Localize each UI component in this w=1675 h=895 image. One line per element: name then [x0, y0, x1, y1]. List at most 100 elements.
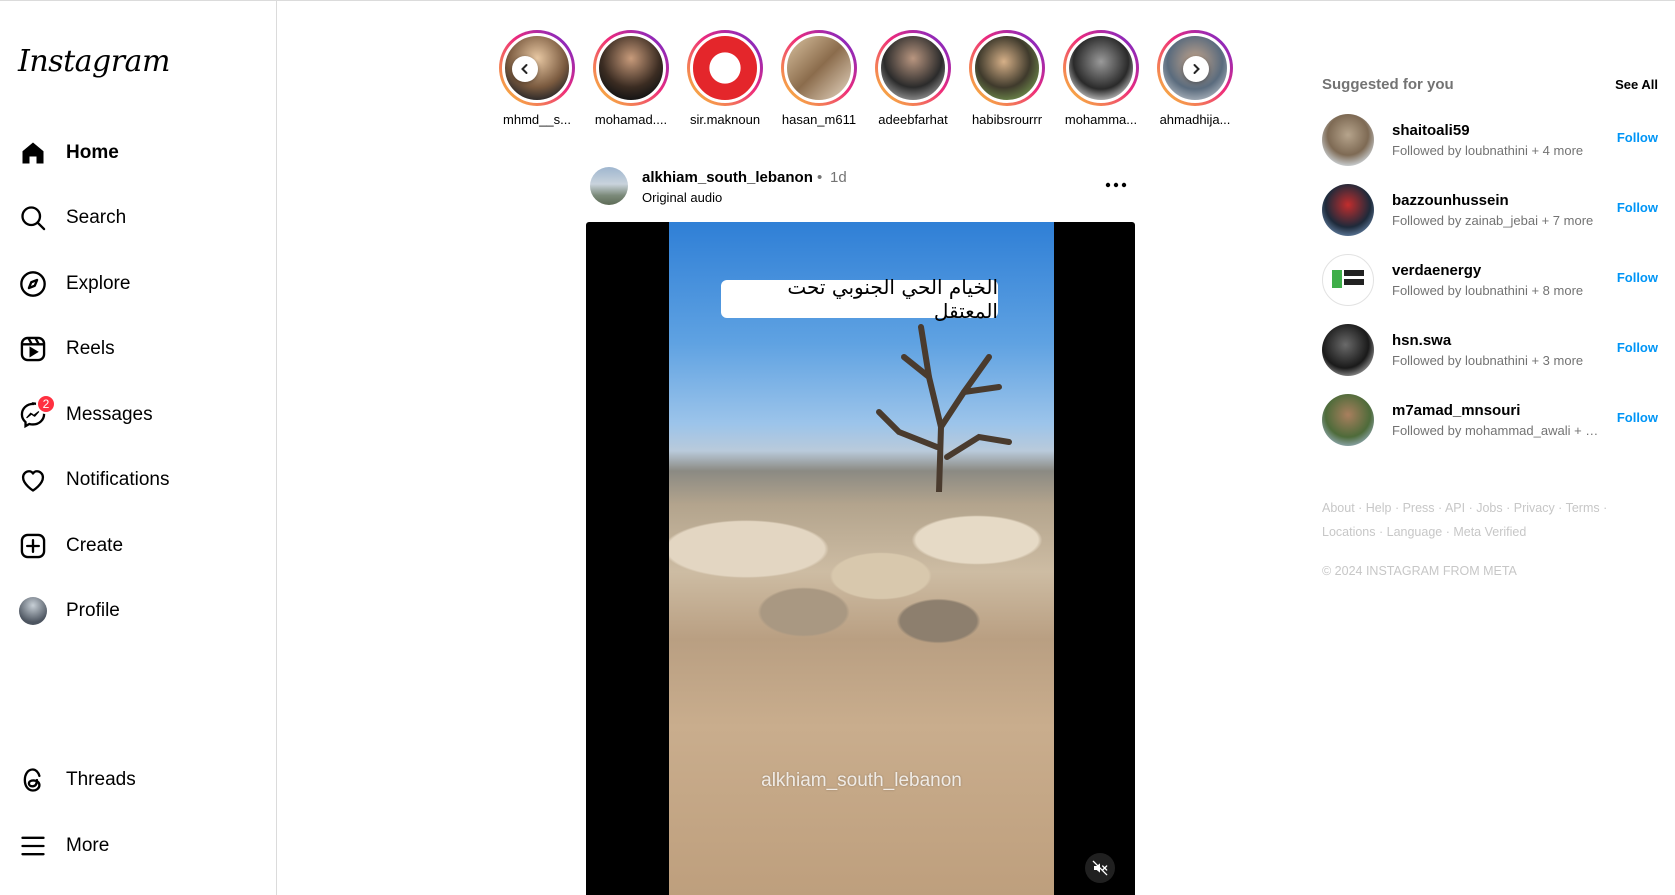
- stories-next-button[interactable]: [1183, 56, 1209, 82]
- chevron-right-icon: [1193, 64, 1200, 74]
- post-media[interactable]: الخيام الحي الجنوبي تحت المعتقل alkhiam_…: [586, 222, 1135, 895]
- sidebar-item-messages[interactable]: 2 Messages: [18, 394, 153, 435]
- verda-energy-logo-icon: [1332, 270, 1364, 288]
- sidebar: Instagram Home Search Explore Reels 2 Me…: [0, 0, 277, 895]
- sidebar-item-notifications[interactable]: Notifications: [18, 460, 170, 500]
- sidebar-item-label: Threads: [66, 769, 136, 790]
- sidebar-item-reels[interactable]: Reels: [18, 329, 115, 369]
- stories-prev-button[interactable]: [512, 56, 538, 82]
- suggestion-row: m7amad_mnsouri Followed by mohammad_awal…: [1322, 394, 1658, 446]
- video-watermark: alkhiam_south_lebanon: [761, 770, 962, 791]
- story-item[interactable]: mohamad....: [584, 30, 678, 127]
- post-username[interactable]: alkhiam_south_lebanon: [642, 169, 813, 186]
- copyright: © 2024 INSTAGRAM FROM META: [1322, 564, 1517, 578]
- story-item[interactable]: adeebfarhat: [866, 30, 960, 127]
- sidebar-item-label: Explore: [66, 273, 131, 294]
- suggestion-subtitle: Followed by zainab_jebai + 7 more: [1392, 213, 1594, 228]
- follow-button[interactable]: Follow: [1617, 340, 1658, 355]
- post-author-avatar[interactable]: [590, 167, 628, 205]
- sidebar-item-home[interactable]: Home: [18, 133, 119, 173]
- home-icon: [18, 138, 48, 168]
- video-caption-overlay: الخيام الحي الجنوبي تحت المعتقل: [721, 275, 998, 323]
- threads-icon: [18, 765, 48, 795]
- suggestion-row: hsn.swa Followed by loubnathini + 3 more…: [1322, 324, 1658, 376]
- sidebar-item-label: Reels: [66, 338, 115, 359]
- sidebar-item-threads[interactable]: Threads: [18, 760, 136, 800]
- story-username: mohamad....: [594, 112, 668, 127]
- stories-tray: mhmd__s... mohamad.... sir.maknoun hasan…: [490, 30, 1233, 130]
- footer-links-line-2[interactable]: Locations · Language · Meta Verified: [1322, 520, 1632, 544]
- sidebar-item-create[interactable]: Create: [18, 526, 123, 566]
- sidebar-item-label: More: [66, 835, 110, 856]
- chevron-left-icon: [521, 64, 528, 74]
- video-frame-rubble: [669, 477, 1054, 657]
- suggestion-row: verdaenergy Followed by loubnathini + 8 …: [1322, 254, 1658, 306]
- story-username: sir.maknoun: [689, 112, 761, 127]
- footer-links: About · Help · Press · API · Jobs · Priv…: [1322, 496, 1632, 544]
- story-item[interactable]: mhmd__s...: [490, 30, 584, 127]
- sidebar-item-label: Create: [66, 535, 124, 556]
- sidebar-item-explore[interactable]: Explore: [18, 264, 130, 304]
- sidebar-item-label: Home: [66, 142, 119, 163]
- messenger-icon: 2: [18, 394, 56, 430]
- sidebar-item-label: Messages: [66, 404, 153, 425]
- suggestion-avatar[interactable]: [1322, 254, 1374, 306]
- follow-button[interactable]: Follow: [1617, 270, 1658, 285]
- sidebar-item-label: Search: [66, 207, 127, 228]
- story-username: hasan_m611: [781, 112, 857, 127]
- suggestion-username[interactable]: m7amad_mnsouri: [1392, 402, 1520, 419]
- suggestion-avatar[interactable]: [1322, 114, 1374, 166]
- sidebar-item-profile[interactable]: Profile: [18, 591, 120, 631]
- post-header: alkhiam_south_lebanon • 1d Original audi…: [590, 165, 1135, 209]
- unread-badge: 2: [36, 394, 56, 414]
- plus-square-icon: [18, 531, 48, 561]
- story-username: ahmadhija...: [1159, 112, 1231, 127]
- suggestion-subtitle: Followed by loubnathini + 3 more: [1392, 353, 1584, 368]
- reels-icon: [18, 334, 48, 364]
- suggestion-subtitle: Followed by loubnathini + 8 more: [1392, 283, 1584, 298]
- suggestion-avatar[interactable]: [1322, 324, 1374, 376]
- suggestion-username[interactable]: hsn.swa: [1392, 332, 1451, 349]
- post-audio[interactable]: Original audio: [642, 190, 722, 205]
- profile-avatar: [18, 596, 48, 626]
- more-horizontal-icon: [1105, 182, 1127, 188]
- follow-button[interactable]: Follow: [1617, 200, 1658, 215]
- suggestions-header: Suggested for you See All: [1322, 72, 1658, 102]
- video-frame-tree: [876, 324, 1012, 492]
- story-username: mhmd__s...: [503, 112, 571, 127]
- suggestion-username[interactable]: shaitoali59: [1392, 122, 1470, 139]
- compass-icon: [18, 269, 48, 299]
- post-video[interactable]: الخيام الحي الجنوبي تحت المعتقل alkhiam_…: [669, 222, 1054, 895]
- post-separator: •: [817, 169, 823, 186]
- hamburger-icon: [18, 831, 48, 861]
- story-username: mohamma...: [1064, 112, 1138, 127]
- story-username: adeebfarhat: [878, 112, 948, 127]
- suggestion-subtitle: Followed by loubnathini + 4 more: [1392, 143, 1584, 158]
- suggestions-title: Suggested for you: [1322, 76, 1454, 93]
- footer-links-line-1[interactable]: About · Help · Press · API · Jobs · Priv…: [1322, 496, 1632, 520]
- follow-button[interactable]: Follow: [1617, 410, 1658, 425]
- sidebar-item-more[interactable]: More: [18, 826, 109, 866]
- mute-button[interactable]: [1085, 853, 1115, 883]
- search-icon: [18, 203, 48, 233]
- see-all-link[interactable]: See All: [1615, 77, 1658, 92]
- story-item[interactable]: hasan_m611: [772, 30, 866, 127]
- sidebar-item-label: Notifications: [66, 469, 170, 490]
- heart-icon: [18, 465, 48, 495]
- suggestion-username[interactable]: bazzounhussein: [1392, 192, 1509, 209]
- suggestion-avatar[interactable]: [1322, 394, 1374, 446]
- post-options-button[interactable]: [1101, 173, 1131, 197]
- follow-button[interactable]: Follow: [1617, 130, 1658, 145]
- sidebar-item-label: Profile: [66, 600, 120, 621]
- suggestion-username[interactable]: verdaenergy: [1392, 262, 1481, 279]
- story-item[interactable]: habibsrourrr: [960, 30, 1054, 127]
- suggestion-avatar[interactable]: [1322, 184, 1374, 236]
- instagram-logo[interactable]: Instagram: [18, 44, 170, 79]
- story-item[interactable]: sir.maknoun: [678, 30, 772, 127]
- sidebar-item-search[interactable]: Search: [18, 198, 126, 238]
- suggestion-row: bazzounhussein Followed by zainab_jebai …: [1322, 184, 1658, 236]
- story-username: habibsrourrr: [971, 112, 1043, 127]
- post-time[interactable]: 1d: [830, 169, 847, 186]
- suggestion-row: shaitoali59 Followed by loubnathini + 4 …: [1322, 114, 1658, 166]
- story-item[interactable]: mohamma...: [1054, 30, 1148, 127]
